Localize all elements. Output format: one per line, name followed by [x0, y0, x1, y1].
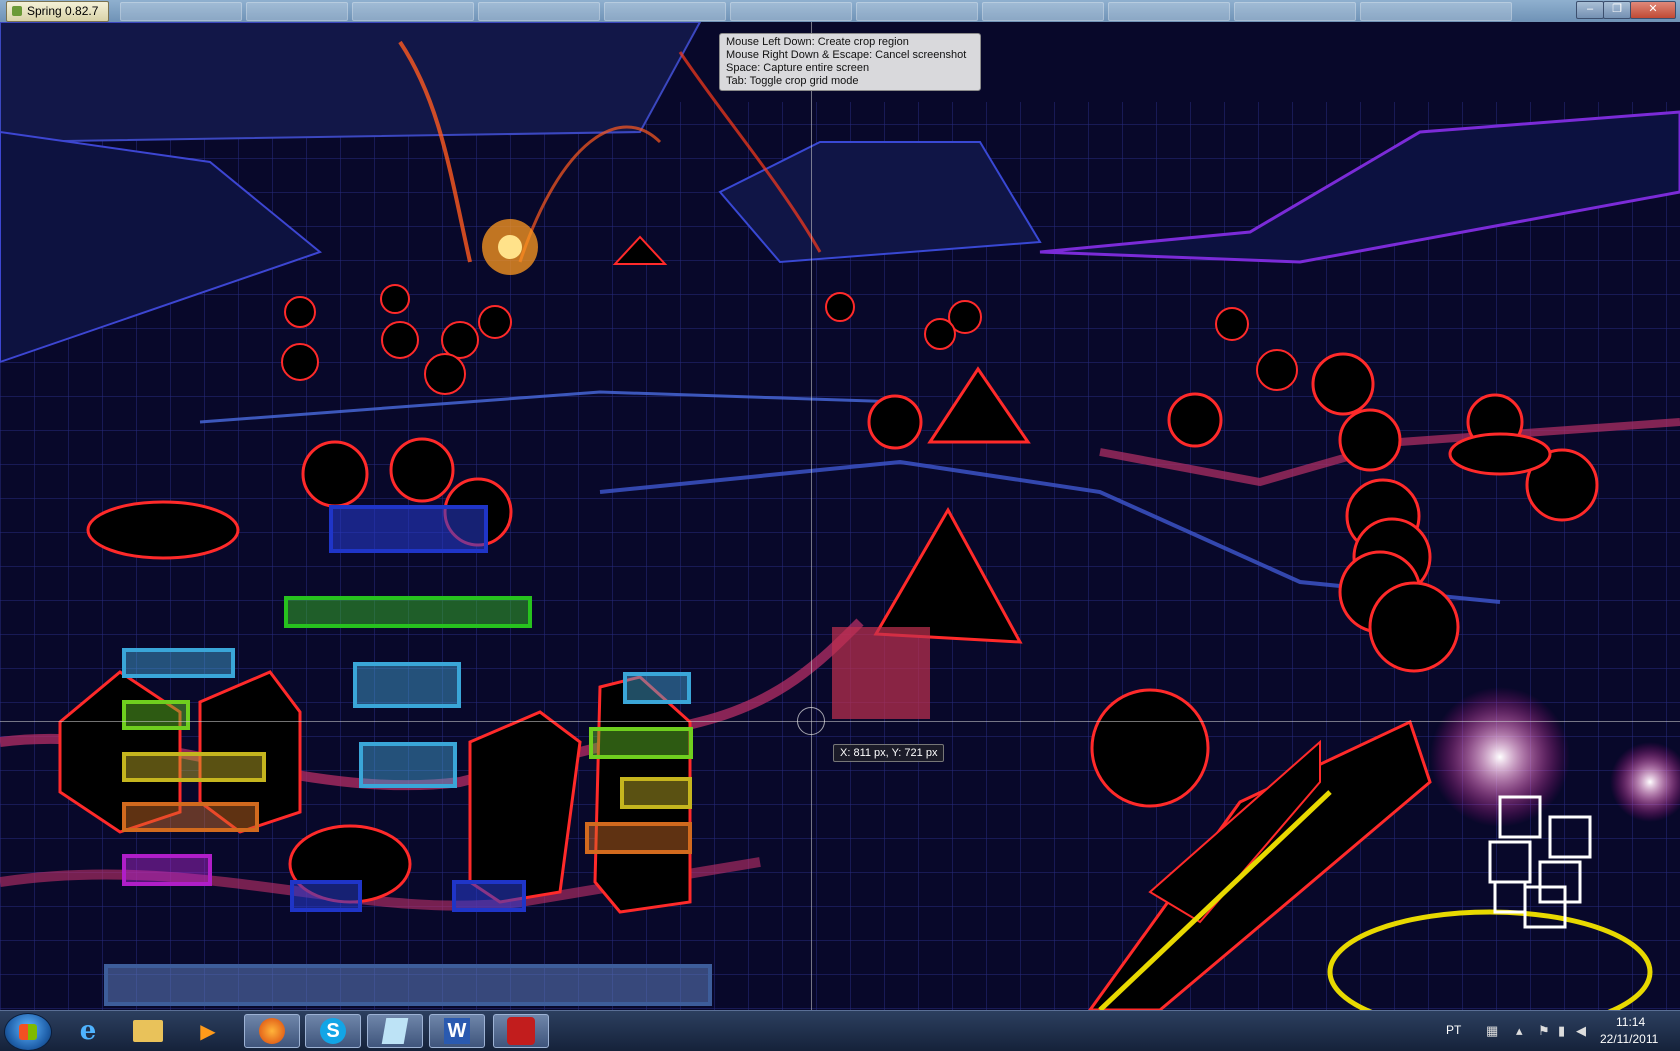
background-window-tab[interactable] [246, 2, 348, 21]
media-player-icon[interactable]: ▶ [180, 1014, 236, 1048]
network-signal-icon[interactable]: ▮ [1558, 1023, 1565, 1039]
firefox-icon[interactable] [244, 1014, 300, 1048]
background-window-tab[interactable] [352, 2, 474, 21]
unit-label [122, 802, 259, 832]
taskbar: e ▶ S W PT ▦ ▴ ⚑ ▮ ◀ 11:14 22/11/2011 [0, 1010, 1680, 1051]
help-line: Space: Capture entire screen [726, 62, 870, 74]
skype-icon[interactable]: S [305, 1014, 361, 1048]
file-explorer-icon[interactable] [120, 1014, 176, 1048]
help-line: Mouse Left Down: Create crop region [726, 36, 909, 48]
explosion-core [498, 235, 522, 259]
window-title: Spring 0.82.7 [27, 4, 99, 18]
minimize-button[interactable]: ‒ [1576, 1, 1604, 19]
unit-label [284, 596, 532, 628]
action-center-flag-icon[interactable]: ⚑ [1538, 1023, 1550, 1039]
unit-label [623, 672, 691, 704]
clock-date[interactable]: 22/11/2011 [1600, 1032, 1658, 1046]
game-viewport[interactable] [0, 22, 1680, 1010]
background-window-tab[interactable] [120, 2, 242, 21]
background-window-tab[interactable] [1234, 2, 1356, 21]
background-window-tab[interactable] [982, 2, 1104, 21]
unit-label [122, 752, 266, 782]
help-line: Tab: Toggle crop grid mode [726, 75, 859, 87]
active-window-tab[interactable]: Spring 0.82.7 [6, 1, 110, 22]
background-window-tab[interactable] [478, 2, 600, 21]
crosshair-ring [797, 707, 825, 735]
background-window-tab[interactable] [730, 2, 852, 21]
help-line: Mouse Right Down & Escape: Cancel screen… [726, 49, 967, 61]
clock-time[interactable]: 11:14 [1616, 1015, 1645, 1029]
pixelated-region [832, 627, 930, 719]
unit-label [585, 822, 692, 854]
system-tray: PT ▦ ▴ ⚑ ▮ ◀ 11:14 22/11/2011 [1420, 1011, 1680, 1051]
background-window-tab[interactable] [604, 2, 726, 21]
unit-label [359, 742, 457, 788]
windows-logo-icon [19, 1024, 37, 1040]
crosshair-horizontal-line [0, 721, 1680, 722]
notepad-icon[interactable] [367, 1014, 423, 1048]
far-wall [0, 22, 702, 144]
crosshair-vertical-line [811, 22, 812, 1010]
internet-explorer-icon[interactable]: e [60, 1014, 116, 1048]
game-scene[interactable] [0, 22, 1680, 1010]
game-status-bar [104, 964, 712, 1006]
language-indicator[interactable]: PT [1446, 1023, 1461, 1037]
background-window-tab[interactable] [1108, 2, 1230, 21]
coordinate-readout: X: 811 px, Y: 721 px [833, 744, 945, 762]
unit-label [122, 648, 235, 678]
spring-app-icon [12, 6, 22, 16]
word-icon[interactable]: W [429, 1014, 485, 1048]
unit-label [353, 662, 461, 708]
start-button[interactable] [4, 1013, 52, 1051]
unit-label [122, 700, 190, 730]
unit-label [290, 880, 362, 912]
unit-label [329, 505, 488, 553]
unit-label [589, 727, 693, 759]
unit-label [122, 854, 212, 886]
window-title-bar: Spring 0.82.7 ‒ ❐ ✕ [0, 0, 1680, 23]
background-window-tab[interactable] [856, 2, 978, 21]
unit-label [620, 777, 692, 809]
screenshot-help-panel: Mouse Left Down: Create crop region Mous… [719, 33, 981, 91]
close-button[interactable]: ✕ [1630, 1, 1676, 19]
tray-app-icon[interactable]: ▦ [1486, 1023, 1498, 1039]
volume-icon[interactable]: ◀ [1576, 1023, 1586, 1039]
maximize-button[interactable]: ❐ [1603, 1, 1631, 19]
background-window-tab[interactable] [1360, 2, 1512, 21]
spring-game-icon[interactable] [493, 1014, 549, 1048]
tray-app-icon[interactable]: ▴ [1516, 1023, 1523, 1039]
unit-label [452, 880, 526, 912]
